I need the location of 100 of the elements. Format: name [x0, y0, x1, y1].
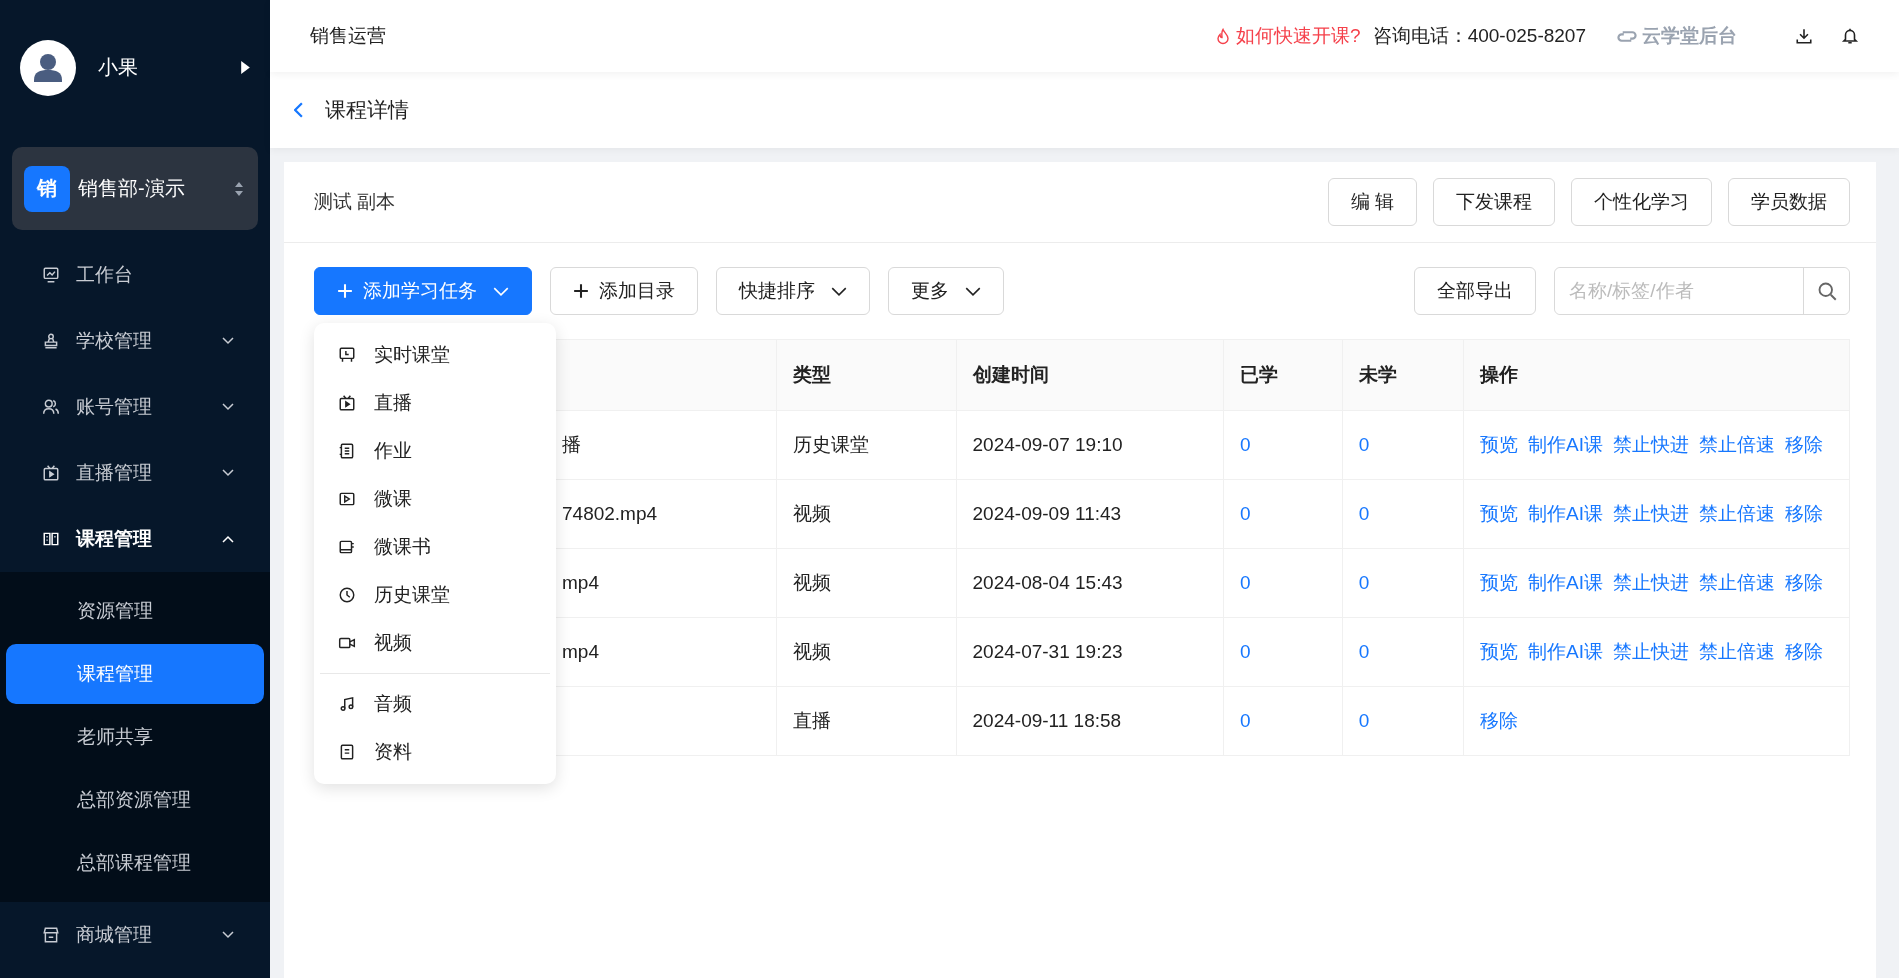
search-field[interactable]: 名称/标签/作者 [1554, 267, 1850, 315]
user-name[interactable]: 小果 [98, 54, 219, 81]
table-cell: 播 [562, 434, 581, 455]
submenu-item[interactable]: 资源管理 [6, 581, 264, 641]
action-button[interactable]: 学员数据 [1728, 178, 1850, 226]
table-cell: 2024-09-07 19:10 [972, 434, 1123, 455]
caret-icon[interactable] [241, 61, 250, 74]
document-icon [338, 743, 356, 761]
count-link[interactable]: 0 [1239, 434, 1251, 455]
submenu-item[interactable]: 课程管理 [6, 644, 264, 704]
action-link[interactable]: 预览 [1480, 572, 1519, 593]
menu-item[interactable]: 视频 [314, 619, 556, 667]
column-header: 创建时间 [972, 364, 1049, 385]
submenu-item[interactable]: 总部资源管理 [6, 770, 264, 830]
menu-item[interactable]: 历史课堂 [314, 571, 556, 619]
action-link[interactable]: 禁止快进 [1613, 503, 1689, 524]
back-icon[interactable] [294, 102, 303, 118]
action-link[interactable]: 预览 [1480, 641, 1519, 662]
action-link[interactable]: 禁止倍速 [1699, 503, 1775, 524]
menu-item[interactable]: 微课书 [314, 523, 556, 571]
action-link[interactable]: 禁止倍速 [1699, 641, 1775, 662]
count-link[interactable]: 0 [1358, 641, 1370, 662]
count-link[interactable]: 0 [1239, 641, 1251, 662]
action-link[interactable]: 移除 [1785, 641, 1823, 662]
table-cell: 视频 [792, 641, 831, 662]
count-link[interactable]: 0 [1239, 572, 1251, 593]
menu-item[interactable]: 音频 [314, 680, 556, 728]
tv-icon [338, 394, 356, 412]
org-name: 销售部-演示 [78, 176, 186, 201]
count-link[interactable]: 0 [1358, 434, 1370, 455]
add-task-button[interactable]: 添加学习任务 [314, 267, 532, 315]
section-title: 销售运营 [310, 24, 387, 48]
help-link[interactable]: 如何快速开课? [1236, 23, 1361, 49]
book-icon [338, 538, 356, 556]
action-button[interactable]: 下发课程 [1433, 178, 1555, 226]
sort-icon [234, 180, 244, 197]
course-title: 测试 副本 [314, 190, 396, 214]
menu-item[interactable]: 直播 [314, 379, 556, 427]
nav-item[interactable]: 学校管理 [0, 308, 270, 374]
download-icon[interactable] [1795, 27, 1813, 45]
action-link[interactable]: 预览 [1480, 503, 1519, 524]
action-link[interactable]: 制作AI课 [1528, 641, 1603, 662]
export-button[interactable]: 全部导出 [1414, 267, 1536, 315]
action-link[interactable]: 移除 [1480, 710, 1519, 731]
action-link[interactable]: 禁止倍速 [1699, 572, 1775, 593]
table-cell: 视频 [792, 572, 831, 593]
action-link[interactable]: 禁止快进 [1613, 572, 1689, 593]
play-icon [338, 490, 356, 508]
screen-icon [338, 346, 356, 364]
monitor-icon [42, 266, 60, 284]
action-link[interactable]: 禁止快进 [1613, 641, 1689, 662]
action-link[interactable]: 预览 [1480, 434, 1519, 455]
sort-dropdown[interactable]: 快捷排序 [716, 267, 870, 315]
submenu-item[interactable]: 老师共享 [6, 707, 264, 767]
action-link[interactable]: 移除 [1785, 572, 1823, 593]
bell-icon[interactable] [1841, 27, 1859, 45]
table-cell: mp4 [562, 641, 599, 662]
action-link[interactable]: 制作AI课 [1528, 434, 1603, 455]
submenu-item[interactable]: 总部课程管理 [6, 833, 264, 893]
list-icon [338, 442, 356, 460]
count-link[interactable]: 0 [1239, 503, 1251, 524]
column-header: 操作 [1480, 364, 1519, 385]
menu-item[interactable]: 微课 [314, 475, 556, 523]
table-cell: 历史课堂 [792, 434, 869, 455]
more-dropdown[interactable]: 更多 [888, 267, 1004, 315]
menu-item[interactable]: 实时课堂 [314, 331, 556, 379]
table-cell: 2024-09-11 18:58 [972, 710, 1122, 731]
org-badge: 销 [24, 165, 70, 212]
nav-item[interactable]: 账号管理 [0, 374, 270, 440]
plus-icon [337, 283, 353, 299]
users-icon [42, 398, 60, 416]
action-button[interactable]: 个性化学习 [1571, 178, 1712, 226]
count-link[interactable]: 0 [1358, 710, 1370, 731]
action-link[interactable]: 移除 [1785, 434, 1823, 455]
count-link[interactable]: 0 [1358, 572, 1370, 593]
menu-item[interactable]: 作业 [314, 427, 556, 475]
chevron-down-icon [831, 286, 847, 296]
search-button[interactable] [1803, 268, 1849, 314]
table-cell: 直播 [792, 710, 831, 731]
nav-item[interactable]: 直播管理 [0, 440, 270, 506]
action-button[interactable]: 编 辑 [1327, 178, 1417, 226]
action-link[interactable]: 禁止快进 [1613, 434, 1689, 455]
chevron-down-icon [493, 286, 509, 296]
nav-item[interactable]: 工作台 [0, 242, 270, 308]
count-link[interactable]: 0 [1239, 710, 1251, 731]
nav-item[interactable]: 课程管理 [0, 506, 270, 572]
action-link[interactable]: 禁止倍速 [1699, 434, 1775, 455]
menu-item[interactable]: 资料 [314, 728, 556, 776]
action-link[interactable]: 制作AI课 [1528, 503, 1603, 524]
count-link[interactable]: 0 [1358, 503, 1370, 524]
avatar-icon[interactable] [20, 39, 76, 96]
music-note-icon [338, 695, 356, 713]
action-link[interactable]: 移除 [1785, 503, 1823, 524]
chevron-down-icon [222, 931, 234, 939]
add-folder-button[interactable]: 添加目录 [550, 267, 698, 315]
column-header: 类型 [792, 364, 831, 385]
action-link[interactable]: 制作AI课 [1528, 572, 1603, 593]
tv-icon [42, 464, 60, 482]
nav-item[interactable]: 商城管理 [0, 902, 270, 968]
org-switcher[interactable]: 销 销售部-演示 [12, 147, 258, 230]
